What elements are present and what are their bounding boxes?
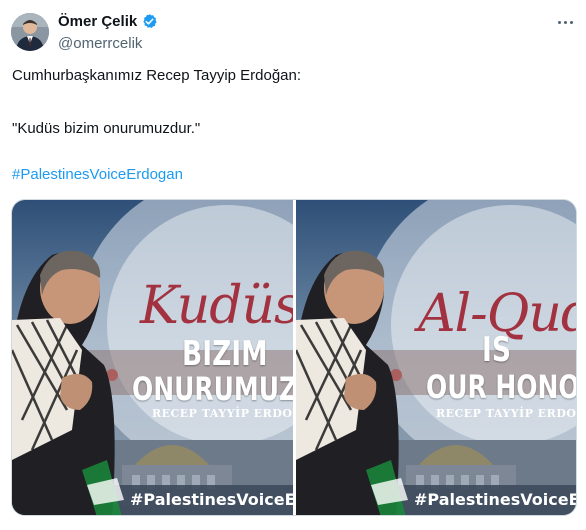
author-handle[interactable]: @omerrcelik bbox=[58, 35, 142, 52]
poster-hashtag: #PalestinesVoiceErdogan bbox=[414, 490, 577, 509]
author-name-row: Ömer Çelik bbox=[58, 13, 158, 30]
poster-headline-2: ONURUMUZDUR bbox=[132, 370, 293, 408]
media-grid: Kudüs BIZIM ONURUMUZDUR RECEP TAYYİP ERD… bbox=[11, 199, 577, 516]
media-image-left[interactable]: Kudüs BIZIM ONURUMUZDUR RECEP TAYYİP ERD… bbox=[12, 200, 293, 515]
tweet-text-line-1: Cumhurbaşkanımız Recep Tayyip Erdoğan: bbox=[12, 67, 302, 84]
verified-badge-icon bbox=[143, 14, 157, 29]
tweet: Ömer Çelik @omerrcelik Cumhurbaşkanımız … bbox=[0, 0, 586, 530]
poster-headline-1: BIZIM bbox=[182, 334, 268, 374]
poster-background-right bbox=[296, 200, 576, 515]
author-name[interactable]: Ömer Çelik bbox=[58, 13, 137, 30]
poster-signature: RECEP TAYYİP ERDOĞAN bbox=[152, 407, 293, 420]
media-image-right[interactable]: Al-Quds IS OUR HONOUR RECEP TAYYİP ERDOĞ… bbox=[296, 200, 577, 515]
poster-hashtag: #PalestinesVoiceErdogan bbox=[130, 490, 293, 509]
poster-headline-1: IS bbox=[482, 330, 511, 370]
avatar[interactable] bbox=[11, 13, 49, 51]
tweet-text-line-2: "Kudüs bizim onurumuzdur." bbox=[12, 120, 201, 137]
more-options-icon[interactable] bbox=[553, 16, 577, 28]
poster-script-word: Kudüs bbox=[140, 276, 293, 336]
poster-headline-2: OUR HONOUR bbox=[426, 368, 576, 406]
poster-signature: RECEP TAYYİP ERDOĞAN bbox=[436, 407, 577, 420]
hashtag-link[interactable]: #PalestinesVoiceErdogan bbox=[12, 166, 183, 183]
